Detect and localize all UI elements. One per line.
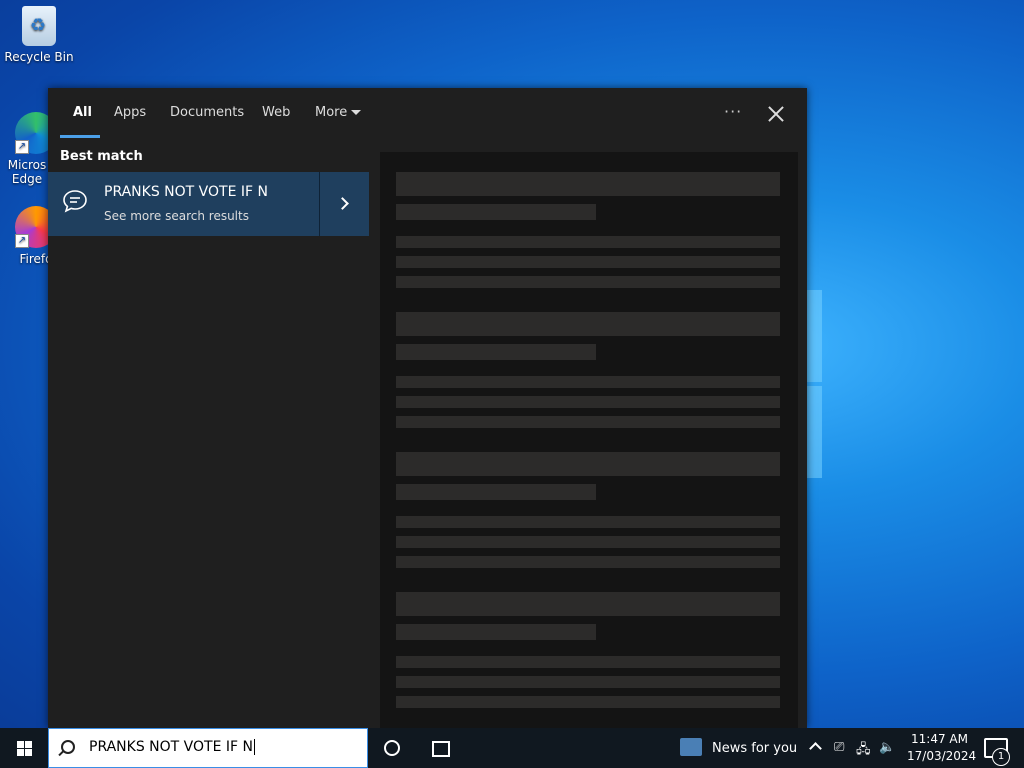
preview-placeholder-bar [396, 416, 780, 428]
preview-placeholder-bar [396, 592, 780, 616]
result-subtitle: See more search results [104, 209, 249, 223]
search-query: PRANKS NOT VOTE IF N [89, 739, 253, 755]
clock-time[interactable]: 11:47 AM [911, 732, 968, 746]
tab-all[interactable]: All [73, 105, 92, 120]
result-preview-pane [380, 152, 798, 728]
preview-placeholder-bar [396, 276, 780, 288]
preview-placeholder-bar [396, 396, 780, 408]
shortcut-arrow-icon: ↗ [15, 234, 29, 248]
active-tab-indicator [60, 135, 100, 138]
chat-bubble-icon [63, 190, 87, 213]
close-icon[interactable] [764, 102, 788, 126]
windows-logo-icon [25, 749, 32, 756]
desktop-icon-label: Micros Edge [7, 158, 47, 186]
preview-placeholder-bar [396, 344, 596, 360]
recycle-bin-icon [22, 6, 56, 46]
chevron-down-icon [351, 110, 362, 115]
result-title: PRANKS NOT VOTE IF N [104, 184, 268, 200]
search-input-text: PRANKS NOT VOTE IF N [89, 739, 255, 755]
notification-count-badge: 1 [992, 748, 1010, 766]
news-widget-icon[interactable] [680, 738, 702, 756]
preview-placeholder-bar [396, 516, 780, 528]
preview-placeholder-bar [396, 536, 780, 548]
meet-now-icon[interactable]: ⎚ [834, 740, 844, 755]
windows-logo-icon [17, 749, 24, 756]
preview-placeholder-bar [396, 696, 780, 708]
search-icon [61, 740, 75, 754]
ellipsis-icon[interactable]: ··· [724, 102, 742, 121]
windows-logo-icon [17, 741, 24, 748]
windows-logo-icon [25, 741, 32, 748]
desktop-icon-recycle-bin[interactable]: Recycle Bin [1, 6, 77, 64]
network-icon[interactable]: 🖧 [856, 740, 871, 762]
preview-placeholder-bar [396, 452, 780, 476]
preview-placeholder-bar [396, 172, 780, 196]
task-view-icon[interactable] [432, 741, 450, 757]
open-result-arrow-button[interactable] [319, 172, 369, 236]
preview-placeholder-bar [396, 556, 780, 568]
tab-more[interactable]: More [315, 105, 362, 120]
preview-placeholder-bar [396, 624, 596, 640]
search-panel: All Apps Documents Web More ··· Best mat… [48, 88, 807, 728]
start-button[interactable] [0, 728, 48, 768]
preview-placeholder-bar [396, 656, 780, 668]
preview-placeholder-bar [396, 376, 780, 388]
shortcut-arrow-icon: ↗ [15, 140, 29, 154]
text-caret [253, 739, 255, 755]
desktop-icon-label: Recycle Bin [4, 50, 74, 64]
tab-apps[interactable]: Apps [114, 105, 146, 120]
show-hidden-icons-chevron-icon[interactable] [809, 742, 822, 755]
search-tabs: All Apps Documents Web More ··· [48, 88, 807, 140]
clock-date[interactable]: 17/03/2024 [907, 749, 976, 763]
desktop-light-beam [806, 290, 822, 382]
tab-documents[interactable]: Documents [170, 105, 244, 120]
preview-placeholder-bar [396, 236, 780, 248]
preview-placeholder-bar [396, 312, 780, 336]
preview-placeholder-bar [396, 676, 780, 688]
preview-placeholder-bar [396, 256, 780, 268]
tab-more-label: More [315, 105, 348, 120]
preview-placeholder-bar [396, 484, 596, 500]
desktop-light-beam [806, 386, 822, 478]
cortana-icon[interactable] [384, 740, 400, 756]
volume-muted-icon[interactable]: 🔈 [879, 740, 895, 755]
best-match-heading: Best match [60, 149, 143, 164]
taskbar: PRANKS NOT VOTE IF N News for you ⎚ 🖧 🔈 … [0, 728, 1024, 768]
news-widget-label[interactable]: News for you [712, 741, 797, 756]
tab-web[interactable]: Web [262, 105, 290, 120]
taskbar-search-input[interactable]: PRANKS NOT VOTE IF N [48, 728, 368, 768]
preview-placeholder-bar [396, 204, 596, 220]
